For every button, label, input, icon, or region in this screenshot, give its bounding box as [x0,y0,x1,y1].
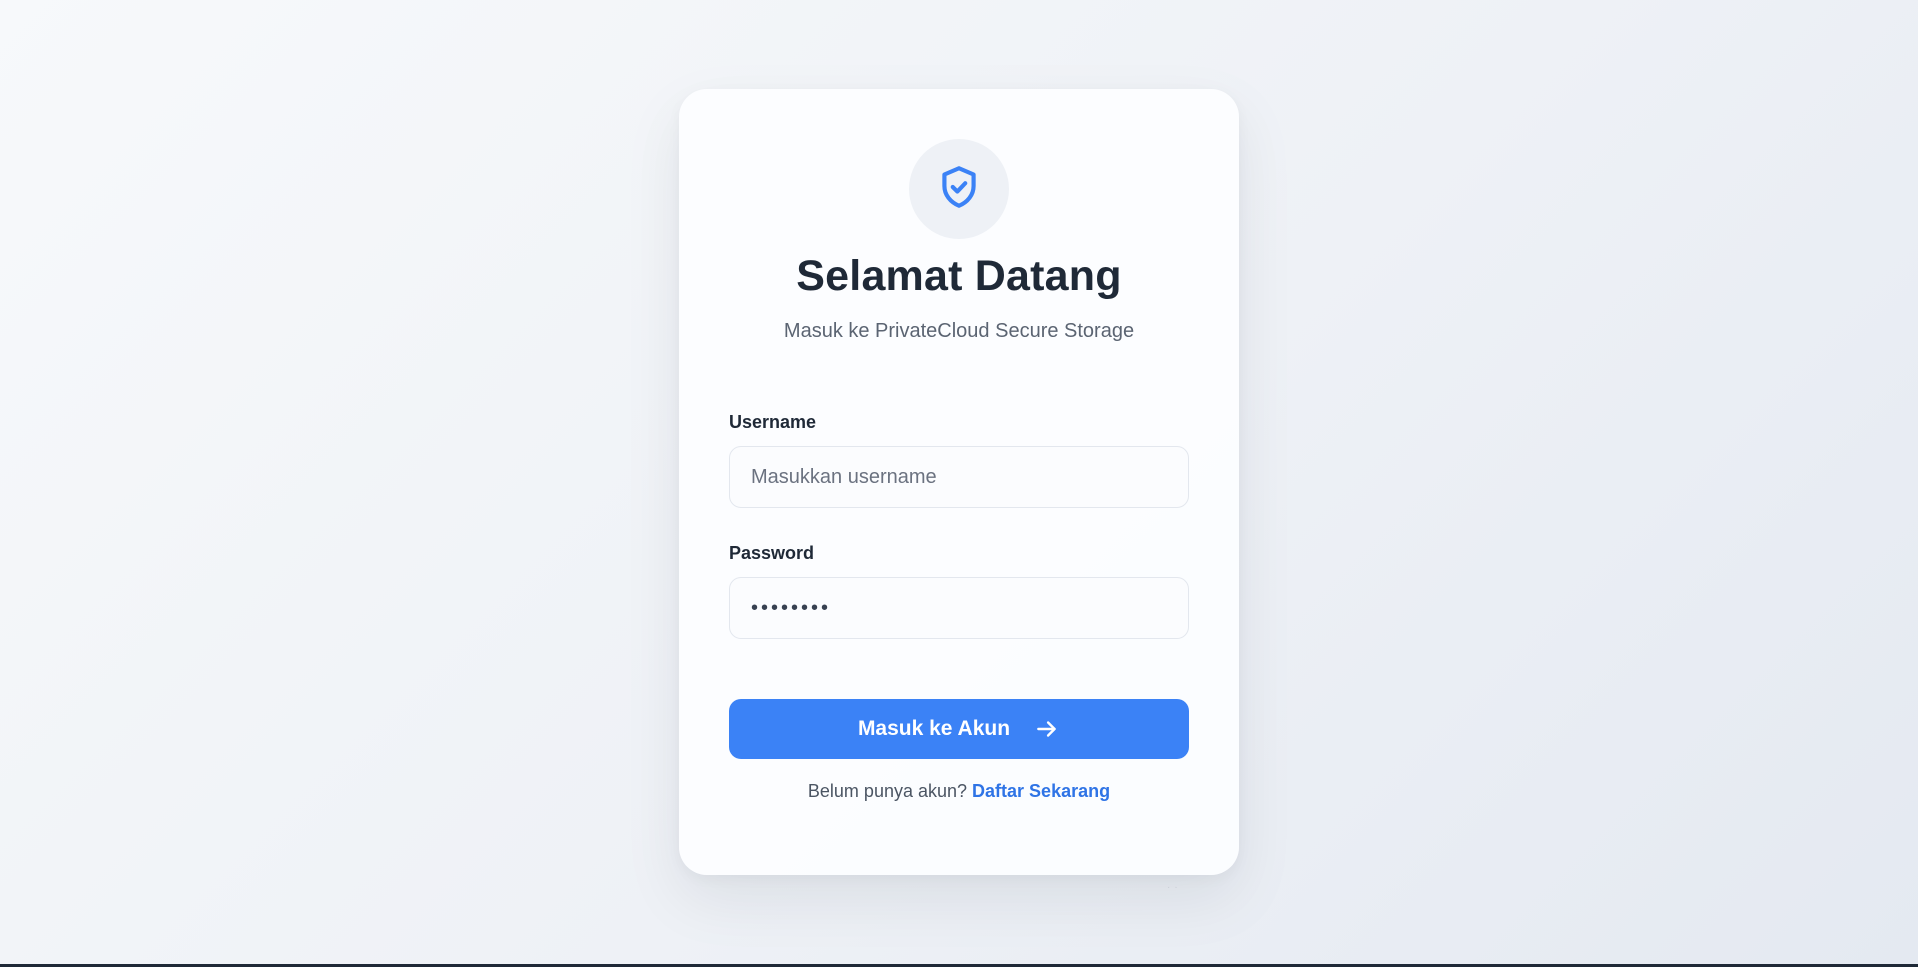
register-prompt: Belum punya akun? Daftar Sekarang [679,781,1239,802]
page-title: Selamat Datang [796,252,1122,300]
login-card: Selamat Datang Masuk ke PrivateCloud Sec… [679,89,1239,875]
login-button-label: Masuk ke Akun [857,717,1011,740]
arrow-right-icon [1034,716,1060,742]
page-subtitle: Masuk ke PrivateCloud Secure Storage [783,320,1135,342]
username-label: Username [729,412,817,432]
password-label: Password [729,543,815,563]
login-button[interactable]: Masuk ke Akun [729,699,1189,759]
username-input[interactable] [729,446,1189,508]
decorative-dots: ·· [1167,882,1182,893]
register-link[interactable]: Daftar Sekarang [972,781,1110,801]
logo-badge [909,139,1009,239]
password-input[interactable] [729,577,1189,639]
register-prompt-text: Belum punya akun? [807,781,968,801]
shield-check-icon [934,162,984,217]
